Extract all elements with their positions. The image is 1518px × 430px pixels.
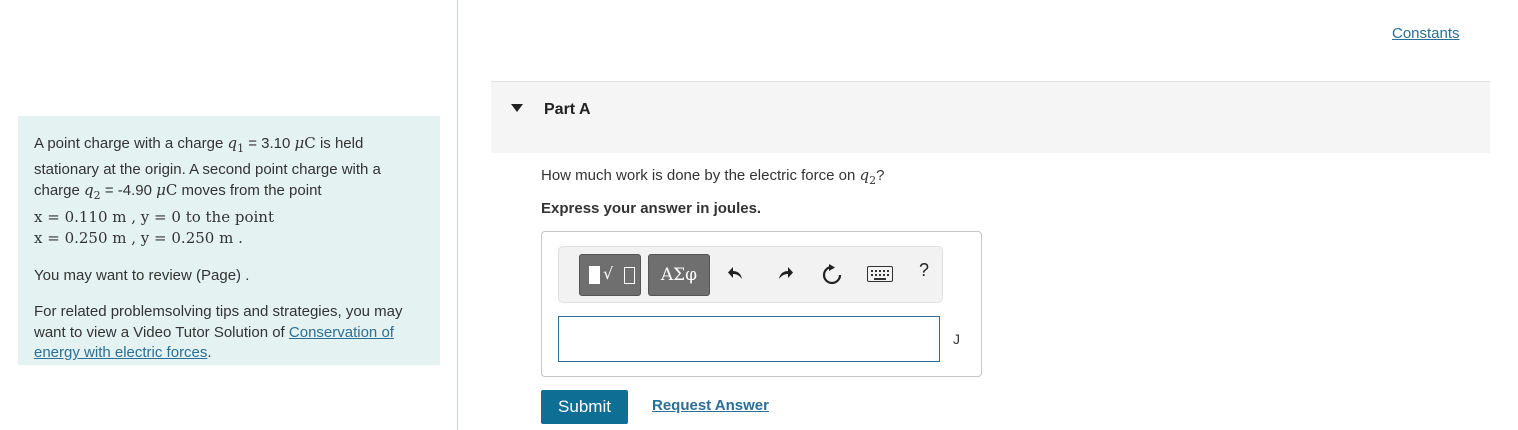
problem-text: moves from the point — [177, 182, 322, 199]
answer-instruction: Express your answer in joules. — [541, 200, 762, 217]
column-divider — [457, 0, 458, 430]
question-mark: ? — [876, 167, 885, 184]
q1-unit: C — [304, 134, 316, 152]
submit-button[interactable]: Submit — [541, 390, 628, 424]
q1-unit-prefix: μ — [294, 134, 305, 152]
request-answer-link[interactable]: Request Answer — [652, 397, 769, 414]
q2-unit: C — [165, 181, 178, 199]
unit-label: J — [953, 331, 960, 347]
question-text: How much work is done by the electric fo… — [541, 166, 884, 187]
problem-paragraph-1: A point charge with a charge q1 = 3.10 μ… — [34, 133, 424, 250]
problem-text: A point charge with a charge — [34, 135, 228, 152]
templates-button[interactable]: √ — [579, 254, 641, 296]
redo-icon[interactable] — [776, 265, 794, 283]
help-icon[interactable]: ? — [919, 260, 929, 281]
keyboard-icon[interactable] — [867, 266, 893, 282]
q2-value: = -4.90 — [100, 182, 157, 199]
period: . — [207, 344, 212, 361]
q2-symbol: q — [84, 181, 94, 199]
template-block-icon — [589, 266, 600, 284]
constants-link[interactable]: Constants — [1392, 25, 1460, 42]
answer-input[interactable] — [558, 316, 940, 362]
q2-symbol: q — [859, 166, 870, 184]
reset-icon[interactable] — [821, 264, 843, 286]
part-title: Part A — [544, 101, 591, 118]
problem-statement: A point charge with a charge q1 = 3.10 μ… — [18, 116, 440, 365]
q2-unit-prefix: μ — [156, 181, 166, 199]
question-body: How much work is done by the electric fo… — [541, 167, 860, 184]
answer-panel: √ ΑΣφ ? J — [541, 231, 982, 377]
undo-icon[interactable] — [727, 265, 745, 283]
math-toolbar: √ ΑΣφ ? — [558, 246, 943, 303]
radical-icon: √ — [603, 264, 614, 283]
q1-symbol: q — [227, 134, 238, 152]
video-tutor-paragraph: For related problemsolving tips and stra… — [34, 302, 424, 364]
part-a-header[interactable]: Part A — [491, 81, 1490, 153]
q2-subscript: 2 — [93, 189, 101, 202]
greek-label: ΑΣφ — [660, 265, 698, 285]
template-box-icon — [624, 267, 635, 284]
collapse-triangle-icon[interactable] — [511, 104, 523, 112]
start-point: x = 0.110 m , y = 0 to the point — [34, 207, 274, 226]
q1-value: = 3.10 — [244, 135, 295, 152]
end-point: x = 0.250 m , y = 0.250 m . — [34, 229, 243, 247]
greek-symbols-button[interactable]: ΑΣφ — [648, 254, 710, 296]
review-page-text: You may want to review (Page) . — [34, 266, 250, 284]
